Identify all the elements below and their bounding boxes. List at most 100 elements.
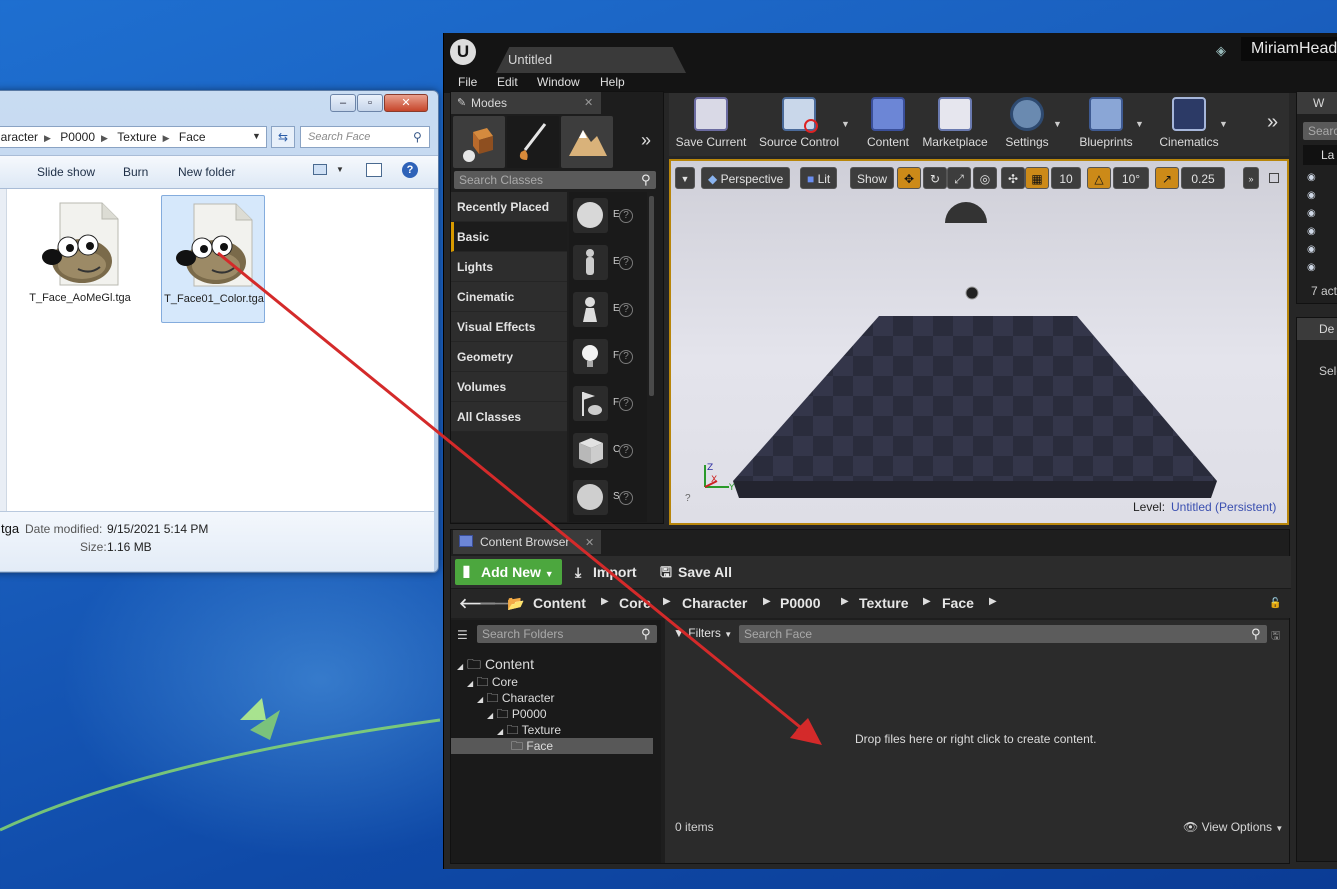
path-character[interactable]: Character xyxy=(682,595,747,611)
path-texture[interactable]: Texture xyxy=(859,595,909,611)
rotation-snap-value[interactable]: 10° xyxy=(1113,167,1149,189)
help-icon[interactable]: ? xyxy=(619,491,633,505)
chevron-right-icon[interactable]: ▶ xyxy=(601,596,609,607)
slide-show-button[interactable]: Slide show xyxy=(37,165,95,179)
empty-character-icon[interactable] xyxy=(573,245,608,280)
file-item[interactable]: T_Face_AoMeGl.tga xyxy=(28,195,132,323)
refresh-icon[interactable]: ⇆ xyxy=(271,126,295,148)
help-icon[interactable]: ? xyxy=(619,397,633,411)
expand-arrow-icon[interactable]: ◢ xyxy=(497,727,503,736)
chevron-down-icon[interactable]: ▼ xyxy=(1053,119,1062,129)
world-local-toggle[interactable]: ◎ xyxy=(973,167,997,189)
chevron-down-icon[interactable]: ▼ xyxy=(841,119,850,129)
help-icon[interactable]: ? xyxy=(619,256,633,270)
category-recently-placed[interactable]: Recently Placed xyxy=(451,192,567,222)
burn-button[interactable]: Burn xyxy=(123,165,148,179)
place-mode-button[interactable] xyxy=(453,116,505,168)
surface-snap-button[interactable]: ✣ xyxy=(1001,167,1025,189)
settings-button[interactable]: Settings xyxy=(999,97,1055,153)
path-core[interactable]: Core xyxy=(619,595,651,611)
menu-edit[interactable]: Edit xyxy=(497,75,518,89)
preview-pane-icon[interactable] xyxy=(366,163,382,177)
search-icon[interactable]: ⚲ xyxy=(1251,626,1261,642)
expand-arrow-icon[interactable]: ◢ xyxy=(467,679,473,688)
more-toolbar-icon[interactable]: » xyxy=(1267,111,1278,134)
search-classes-input[interactable]: Search Classes xyxy=(454,171,656,189)
expand-arrow-icon[interactable]: ◢ xyxy=(477,695,483,704)
scale-snap-toggle[interactable]: ↗ xyxy=(1155,167,1179,189)
chevron-right-icon[interactable]: ▶ xyxy=(663,596,671,607)
outliner-column-header[interactable]: La xyxy=(1303,145,1337,165)
help-icon[interactable]: ? xyxy=(685,493,691,504)
marketplace-button[interactable]: Marketplace xyxy=(920,97,990,153)
visibility-eye-icon[interactable]: ◉ xyxy=(1307,172,1316,183)
more-modes-icon[interactable]: » xyxy=(641,130,651,151)
expand-arrow-icon[interactable]: ◢ xyxy=(487,711,493,720)
lock-icon[interactable]: 🔓 xyxy=(1269,598,1281,609)
close-icon[interactable]: ✕ xyxy=(585,536,594,549)
chevron-down-icon[interactable]: ▼ xyxy=(336,165,344,174)
tree-item-content[interactable]: ◢ 🗀 Content xyxy=(451,656,534,672)
category-volumes[interactable]: Volumes xyxy=(451,372,567,402)
visibility-eye-icon[interactable]: ◉ xyxy=(1307,190,1316,201)
scale-snap-value[interactable]: 0.25 xyxy=(1181,167,1225,189)
tree-item-p0000[interactable]: ◢ 🗀 P0000 xyxy=(451,706,547,722)
maximize-viewport-icon[interactable] xyxy=(1269,173,1279,183)
visibility-eye-icon[interactable]: ◉ xyxy=(1307,244,1316,255)
lit-button[interactable]: ■ Lit xyxy=(800,167,838,189)
visibility-eye-icon[interactable]: ◉ xyxy=(1307,226,1316,237)
search-folders-input[interactable]: Search Folders xyxy=(477,625,657,643)
category-basic[interactable]: Basic xyxy=(451,222,567,252)
content-browser-tab[interactable]: Content Browser xyxy=(453,530,601,554)
search-input[interactable]: Search Face xyxy=(300,126,430,148)
show-button[interactable]: Show xyxy=(850,167,895,189)
new-folder-button[interactable]: New folder xyxy=(178,165,235,179)
viewport-options-button[interactable]: ▼ xyxy=(675,167,695,189)
file-item-selected[interactable]: T_Face01_Color.tga xyxy=(161,195,265,323)
search-icon[interactable]: ⚲ xyxy=(413,130,422,144)
perspective-button[interactable]: ◆ Perspective xyxy=(701,167,791,189)
close-icon[interactable]: ✕ xyxy=(584,96,593,109)
menu-file[interactable]: File xyxy=(458,75,477,89)
sources-toggle-icon[interactable]: ☰ xyxy=(457,628,468,642)
blueprints-button[interactable]: Blueprints xyxy=(1071,97,1141,153)
cinematics-button[interactable]: Cinematics xyxy=(1153,97,1225,153)
point-light-icon[interactable] xyxy=(573,339,608,374)
menu-help[interactable]: Help xyxy=(600,75,625,89)
category-geometry[interactable]: Geometry xyxy=(451,342,567,372)
outliner-search-input[interactable]: Searc xyxy=(1303,122,1337,140)
view-options-button[interactable]: 👁 View Options ▼ xyxy=(1183,820,1283,834)
help-icon[interactable]: ? xyxy=(619,303,633,317)
translate-tool-button[interactable]: ✥ xyxy=(897,167,921,189)
grid-snap-value[interactable]: 10 xyxy=(1051,167,1081,189)
help-icon[interactable]: ? xyxy=(619,444,633,458)
expand-arrow-icon[interactable]: ◢ xyxy=(457,662,463,671)
chevron-right-icon[interactable]: ▶ xyxy=(923,596,931,607)
paint-mode-button[interactable] xyxy=(507,116,559,168)
search-icon[interactable]: ⚲ xyxy=(641,172,651,188)
search-assets-input[interactable]: Search Face xyxy=(739,625,1267,643)
save-current-button[interactable]: Save Current xyxy=(675,97,747,153)
address-bar[interactable]: haracter▶ P0000▶ Texture▶ Face xyxy=(0,126,267,148)
level-tab[interactable]: Untitled xyxy=(496,47,686,73)
tree-item-texture[interactable]: ◢ 🗀 Texture xyxy=(451,722,561,738)
path-face[interactable]: Face xyxy=(942,595,974,611)
details-tab[interactable]: De xyxy=(1297,318,1337,340)
minimize-button[interactable]: – xyxy=(330,94,356,112)
tree-item-face[interactable]: 🗀 Face xyxy=(451,738,653,754)
visibility-eye-icon[interactable]: ◉ xyxy=(1307,262,1316,273)
chevron-right-icon[interactable]: ▶ xyxy=(763,596,771,607)
tree-item-character[interactable]: ◢ 🗀 Character xyxy=(451,690,555,706)
asset-scrollbar[interactable] xyxy=(649,196,654,396)
modes-tab[interactable]: Modes xyxy=(451,92,601,114)
close-button[interactable]: ✕ xyxy=(384,94,428,112)
left-scrollbar[interactable] xyxy=(0,189,7,511)
filters-button[interactable]: ▼ Filters ▼ xyxy=(673,626,732,640)
breadcrumb-item[interactable]: Face xyxy=(175,127,210,147)
menu-window[interactable]: Window xyxy=(537,75,580,89)
view-icon[interactable] xyxy=(313,164,327,175)
grid-snap-toggle[interactable]: ▦ xyxy=(1025,167,1049,189)
breadcrumb-item[interactable]: Texture xyxy=(113,127,160,147)
asset-view[interactable]: ▼ Filters ▼ Search Face ⚲ 🖫 Drop files h… xyxy=(665,620,1289,863)
breadcrumb-item[interactable]: haracter xyxy=(0,127,42,147)
